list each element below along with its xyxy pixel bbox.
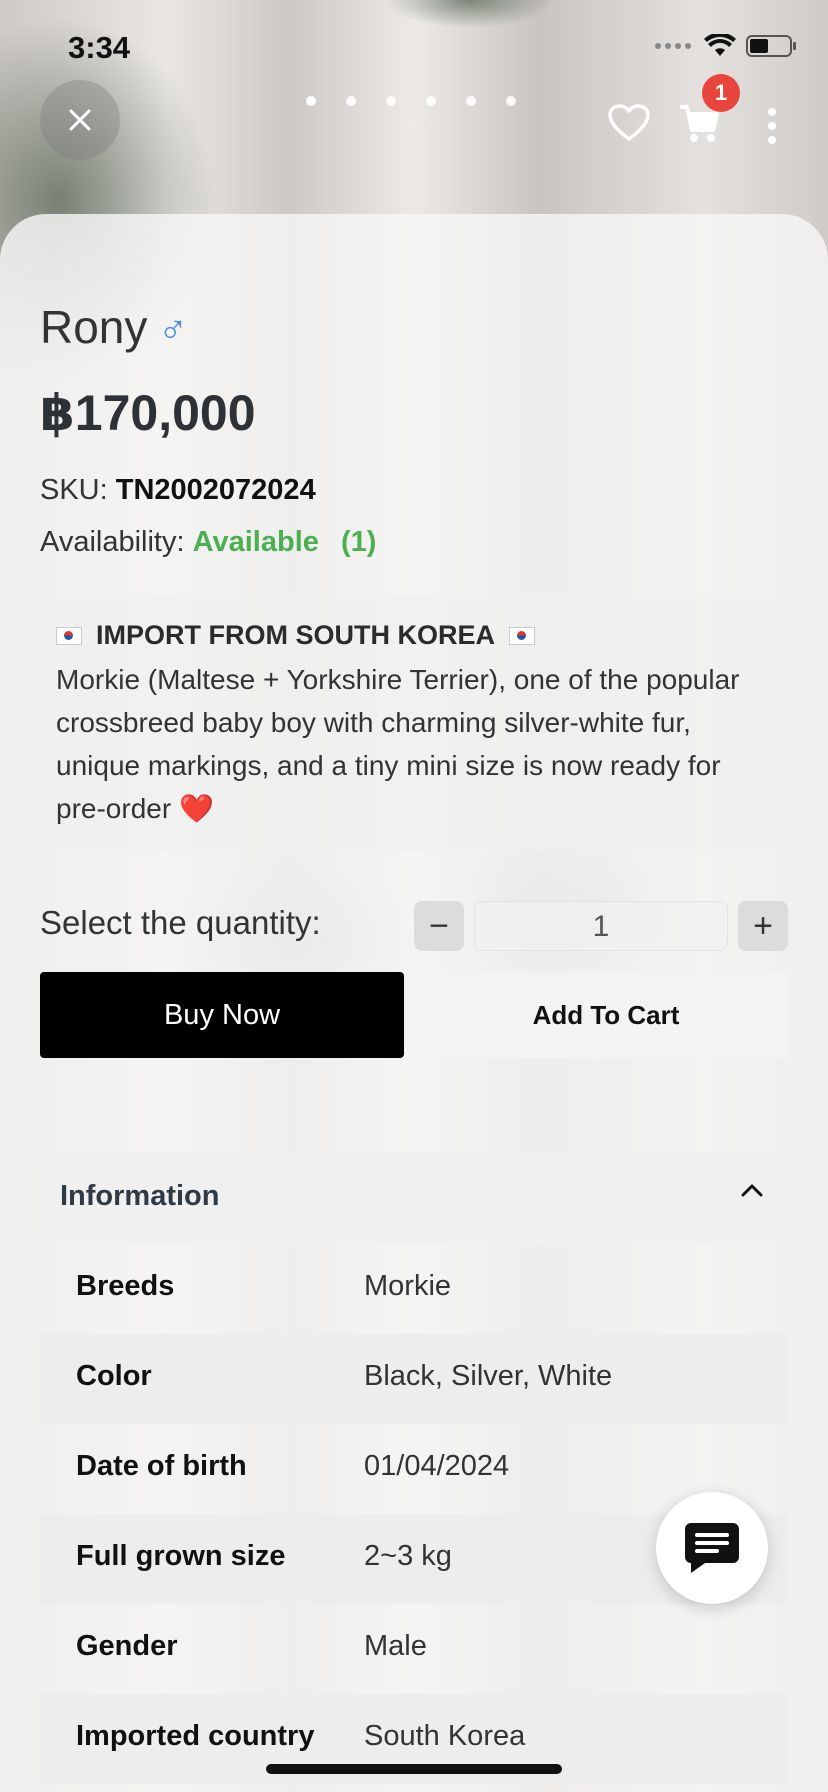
gallery-pagination[interactable] [306, 96, 516, 106]
availability-status: Available [192, 526, 319, 558]
flag-icon [56, 626, 82, 645]
chat-icon [685, 1523, 739, 1573]
availability-count: (1) [340, 526, 377, 558]
product-price: ฿170,000 [40, 385, 256, 441]
info-row-breeds: Breeds Morkie [40, 1244, 788, 1334]
sku-label: SKU: [40, 474, 108, 506]
product-name: Rony [40, 301, 148, 353]
cart-badge: 1 [702, 74, 740, 112]
gallery-dot[interactable] [306, 96, 316, 106]
availability-row: Availability: Available (1) [40, 526, 376, 559]
wifi-icon [704, 34, 736, 56]
description-box: IMPORT FROM SOUTH KOREA Morkie (Maltese … [40, 596, 788, 850]
information-accordion-header[interactable]: Information [40, 1152, 788, 1244]
male-icon: ♂ [158, 308, 188, 352]
more-options-button[interactable] [766, 108, 778, 149]
info-value: 2~3 kg [364, 1540, 452, 1572]
gallery-dot[interactable] [466, 96, 476, 106]
close-icon [69, 109, 91, 131]
info-value: Morkie [364, 1270, 452, 1302]
gallery-dot[interactable] [346, 96, 356, 106]
description-text: Morkie (Maltese + Yorkshire Terrier), on… [56, 664, 740, 824]
chevron-up-icon [741, 1184, 763, 1197]
description-title-row: IMPORT FROM SOUTH KOREA [56, 620, 535, 651]
info-key: Gender [76, 1630, 178, 1662]
favorite-button[interactable] [608, 104, 650, 147]
info-key: Imported country [76, 1720, 315, 1752]
status-time: 3:34 [68, 30, 131, 65]
flag-icon [509, 626, 535, 645]
signal-icon [655, 43, 691, 49]
info-key: Full grown size [76, 1540, 286, 1572]
info-row-gender: Gender Male [40, 1604, 788, 1694]
info-key: Breeds [76, 1270, 175, 1302]
quantity-label: Select the quantity: [40, 904, 321, 941]
gallery-dot[interactable] [426, 96, 436, 106]
home-indicator [266, 1764, 562, 1774]
info-value: Black, Silver, White [364, 1360, 613, 1392]
gallery-dot[interactable] [506, 96, 516, 106]
battery-icon [746, 35, 796, 57]
gallery-dot[interactable] [386, 96, 396, 106]
add-to-cart-button[interactable]: Add To Cart [424, 972, 788, 1058]
status-icons [654, 34, 798, 58]
sku-value: TN2002072024 [115, 474, 316, 506]
quantity-decrease-button[interactable]: − [414, 901, 464, 951]
info-key: Date of birth [76, 1450, 247, 1482]
description-title: IMPORT FROM SOUTH KOREA [96, 620, 495, 650]
information-title: Information [60, 1180, 220, 1212]
info-row-date-of-birth: Date of birth 01/04/2024 [40, 1424, 788, 1514]
more-vertical-icon [768, 108, 776, 144]
quantity-input[interactable]: 1 [474, 901, 728, 951]
availability-label: Availability: [40, 526, 185, 558]
quantity-increase-button[interactable]: + [738, 901, 788, 951]
heart-icon [608, 104, 650, 141]
buy-now-button[interactable]: Buy Now [40, 972, 404, 1058]
info-key: Color [76, 1360, 152, 1392]
info-value: Male [364, 1630, 427, 1662]
info-row-color: Color Black, Silver, White [40, 1334, 788, 1424]
info-value: South Korea [364, 1720, 526, 1752]
chat-button[interactable] [656, 1492, 768, 1604]
close-button[interactable] [40, 80, 120, 160]
sku-row: SKU: TN2002072024 [40, 474, 316, 507]
info-value: 01/04/2024 [364, 1450, 510, 1482]
